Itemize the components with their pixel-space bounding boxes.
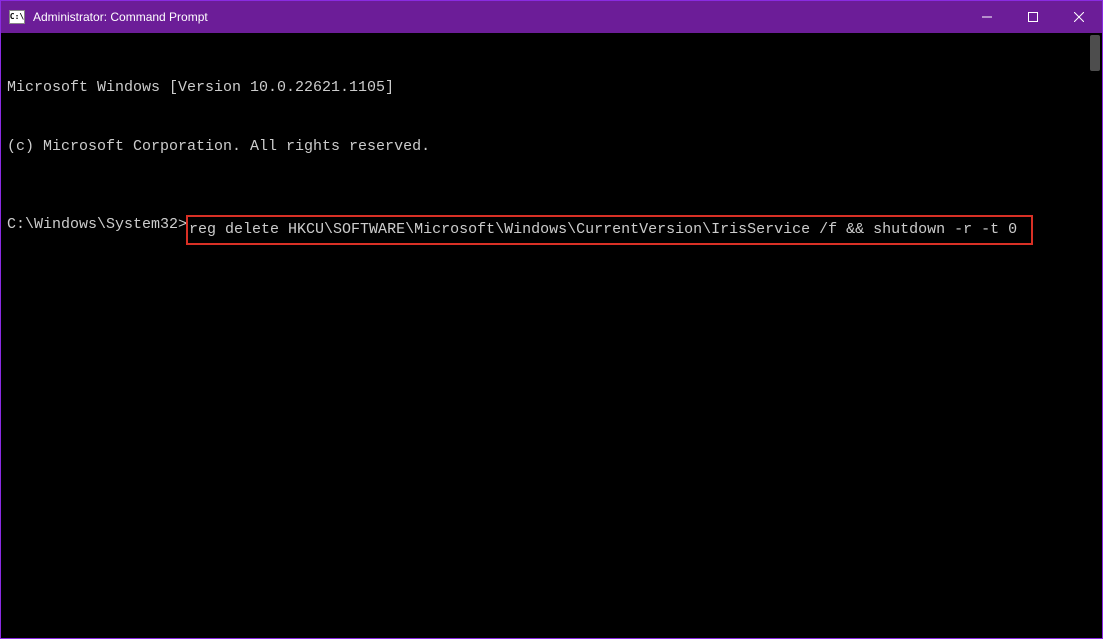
maximize-button[interactable]: [1010, 1, 1056, 33]
title-bar[interactable]: C:\ Administrator: Command Prompt: [1, 1, 1102, 33]
scrollbar-track[interactable]: [1088, 33, 1102, 638]
terminal-content[interactable]: Microsoft Windows [Version 10.0.22621.11…: [1, 33, 1102, 638]
terminal-prompt-line: C:\Windows\System32>reg delete HKCU\SOFT…: [7, 215, 1096, 245]
app-icon-text: C:\: [10, 13, 24, 21]
maximize-icon: [1028, 12, 1038, 22]
app-icon: C:\: [9, 10, 25, 24]
window-title: Administrator: Command Prompt: [33, 10, 208, 24]
scrollbar-thumb[interactable]: [1090, 35, 1100, 71]
command-prompt-window: C:\ Administrator: Command Prompt: [0, 0, 1103, 639]
minimize-button[interactable]: [964, 1, 1010, 33]
close-icon: [1074, 12, 1084, 22]
window-controls: [964, 1, 1102, 33]
terminal-copyright-line: (c) Microsoft Corporation. All rights re…: [7, 137, 1096, 157]
minimize-icon: [982, 12, 992, 22]
terminal-prompt: C:\Windows\System32>: [7, 215, 187, 235]
title-left: C:\ Administrator: Command Prompt: [9, 10, 208, 24]
terminal-command-highlight: reg delete HKCU\SOFTWARE\Microsoft\Windo…: [186, 215, 1033, 245]
close-button[interactable]: [1056, 1, 1102, 33]
terminal-version-line: Microsoft Windows [Version 10.0.22621.11…: [7, 78, 1096, 98]
